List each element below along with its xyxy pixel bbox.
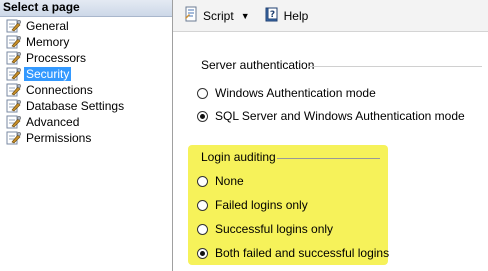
radio-audit-none[interactable]: None	[197, 174, 244, 188]
wrench-page-icon	[5, 131, 22, 145]
radio-button-checked[interactable]	[197, 110, 208, 122]
radio-label: Both failed and successful logins	[215, 246, 390, 260]
page-item-label: Database Settings	[26, 99, 125, 113]
radio-label: Successful logins only	[215, 222, 334, 236]
page-item-label: Memory	[26, 35, 70, 49]
divider	[308, 66, 482, 67]
svg-text:?: ?	[269, 10, 274, 20]
select-page-pane: Select a page General Memory Processors …	[0, 0, 173, 271]
radio-audit-failed[interactable]: Failed logins only	[197, 198, 308, 212]
radio-label: Failed logins only	[215, 198, 308, 212]
page-item-permissions[interactable]: Permissions	[0, 130, 172, 146]
radio-button[interactable]	[197, 223, 208, 235]
page-item-label: General	[26, 19, 69, 33]
page-item-connections[interactable]: Connections	[0, 82, 172, 98]
page-item-label: Processors	[26, 51, 87, 65]
script-icon	[183, 6, 199, 25]
server-auth-title: Server authentication	[201, 58, 315, 72]
properties-pane: Script ▼ ? Help Server authentication Wi…	[173, 0, 488, 271]
page-item-security[interactable]: Security	[0, 66, 172, 82]
wrench-page-icon	[5, 99, 22, 113]
divider	[277, 158, 380, 159]
login-auditing-title: Login auditing	[201, 150, 276, 164]
radio-button-checked[interactable]	[197, 247, 208, 259]
help-button[interactable]: ? Help	[262, 4, 311, 27]
radio-audit-both[interactable]: Both failed and successful logins	[197, 246, 389, 260]
radio-sql-windows-auth[interactable]: SQL Server and Windows Authentication mo…	[197, 109, 465, 123]
dropdown-arrow-icon[interactable]: ▼	[241, 11, 250, 21]
wrench-page-icon	[5, 19, 22, 33]
help-book-icon: ?	[264, 6, 280, 25]
script-button[interactable]: Script ▼	[181, 4, 252, 27]
wrench-page-icon	[5, 35, 22, 49]
page-item-label: Connections	[26, 83, 93, 97]
wrench-page-icon	[5, 67, 22, 81]
radio-windows-auth[interactable]: Windows Authentication mode	[197, 86, 376, 100]
security-panel: Server authentication Windows Authentica…	[173, 32, 488, 271]
radio-button[interactable]	[197, 87, 208, 99]
page-item-processors[interactable]: Processors	[0, 50, 172, 66]
select-page-header: Select a page	[0, 0, 172, 17]
help-label: Help	[283, 8, 309, 23]
page-item-advanced[interactable]: Advanced	[0, 114, 172, 130]
radio-button[interactable]	[197, 199, 208, 211]
page-item-general[interactable]: General	[0, 18, 172, 34]
wrench-page-icon	[5, 51, 22, 65]
radio-audit-successful[interactable]: Successful logins only	[197, 222, 333, 236]
page-item-label: Advanced	[26, 115, 80, 129]
wrench-page-icon	[5, 83, 22, 97]
page-item-label: Security	[24, 67, 72, 81]
radio-button[interactable]	[197, 175, 208, 187]
page-item-label: Permissions	[26, 131, 92, 145]
radio-label: Windows Authentication mode	[215, 86, 376, 100]
page-item-database-settings[interactable]: Database Settings	[0, 98, 172, 114]
page-item-memory[interactable]: Memory	[0, 34, 172, 50]
radio-label: None	[215, 174, 244, 188]
script-label: Script	[203, 8, 234, 23]
page-list: General Memory Processors Security Conne…	[0, 17, 172, 146]
wrench-page-icon	[5, 115, 22, 129]
radio-label: SQL Server and Windows Authentication mo…	[215, 109, 465, 123]
toolbar: Script ▼ ? Help	[173, 0, 488, 32]
